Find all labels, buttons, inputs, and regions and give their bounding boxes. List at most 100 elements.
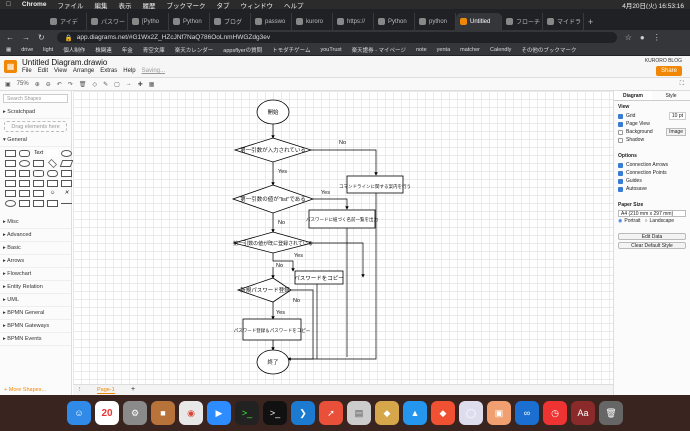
terminal-icon[interactable]: >_ [235, 401, 259, 425]
bookmark[interactable]: 個人制作 [63, 46, 85, 54]
insert-icon[interactable]: ✚ [138, 81, 143, 88]
shape-link[interactable] [61, 203, 72, 204]
add-page-icon[interactable]: + [131, 386, 135, 393]
browser-tab[interactable]: マイドラ [543, 13, 584, 30]
browser-tab[interactable]: python [415, 13, 456, 30]
undo-icon[interactable]: ↶ [57, 81, 62, 88]
edge[interactable] [313, 198, 349, 210]
diagram-canvas[interactable]: 開始 第一引数が入力されている No コマンドラインに関する案内を行う 第一引数… [73, 91, 613, 384]
user-name[interactable]: KURORO BLOG [645, 58, 682, 64]
guides-option[interactable]: Guides [618, 177, 686, 185]
shape-cloud[interactable] [47, 170, 58, 177]
paper-size-select[interactable]: A4 (210 mm x 297 mm) [618, 210, 686, 217]
edge[interactable] [311, 149, 378, 176]
shape-hexagon[interactable] [5, 170, 16, 177]
app-menu-file[interactable]: File [22, 68, 32, 74]
bookmark[interactable]: matcher [460, 47, 480, 53]
browser-tab[interactable]: ブログ [210, 13, 251, 30]
shape-card[interactable] [19, 190, 30, 197]
bookmark-other[interactable]: その他のブックマーク [521, 46, 576, 54]
browser-tab[interactable]: Python [374, 13, 415, 30]
delete-icon[interactable]: 🗑 [79, 81, 87, 88]
radio-landscape-icon[interactable]: ○ [645, 218, 648, 224]
infinity-icon[interactable]: ∞ [515, 401, 539, 425]
bookmark[interactable]: yenta [437, 47, 450, 53]
shape-and[interactable] [33, 200, 44, 207]
fill-color-icon[interactable]: ◇ [92, 81, 97, 88]
scratchpad-header[interactable]: ▸ Scratchpad [0, 106, 71, 119]
shape-x[interactable]: ✕ [61, 190, 72, 197]
search-shapes-input[interactable]: Search Shapes [3, 94, 68, 103]
star-icon[interactable]: ☆ [625, 33, 632, 42]
browser-tab[interactable]: パスワー [87, 13, 128, 30]
category-uml[interactable]: ▸ UML [0, 294, 71, 307]
connection-arrows-option[interactable]: Connection Arrows [618, 161, 686, 169]
waypoint-icon[interactable]: → [126, 81, 132, 87]
shape-circle[interactable] [19, 160, 30, 167]
tab-diagram[interactable]: Diagram [614, 91, 652, 100]
zoom-level[interactable]: 75% [17, 81, 29, 87]
autosave-option[interactable]: Autosave [618, 185, 686, 193]
shape-actor[interactable]: ☺ [47, 190, 58, 197]
bookmark[interactable]: 楽天カレンダー [175, 46, 214, 54]
browser-tab[interactable]: https:// [333, 13, 374, 30]
app-menu-view[interactable]: View [54, 68, 67, 74]
new-tab-button[interactable]: + [584, 13, 598, 30]
calendar-icon[interactable]: 20 [95, 401, 119, 425]
zoom-in-icon[interactable]: ⊕ [35, 81, 40, 88]
category-bpmn-events[interactable]: ▸ BPMN Events [0, 333, 71, 346]
shape-process[interactable] [33, 160, 44, 167]
category-flowchart[interactable]: ▸ Flowchart [0, 268, 71, 281]
page-view-option[interactable]: Page View [618, 120, 686, 128]
tab-style[interactable]: Style [652, 91, 690, 100]
scratchpad-dropzone[interactable]: Drag elements here [4, 121, 67, 132]
dictionary-icon[interactable]: Aa [571, 401, 595, 425]
store-icon[interactable]: ◆ [375, 401, 399, 425]
shape-text[interactable]: Text [33, 150, 44, 157]
category-bpmn-general[interactable]: ▸ BPMN General [0, 307, 71, 320]
shape-square[interactable] [5, 160, 16, 167]
apps-icon[interactable]: ▦ [6, 47, 11, 53]
menubar-app[interactable]: Chrome [22, 1, 47, 8]
browser-tab[interactable]: フローチ [502, 13, 543, 30]
bookmark[interactable]: 青空文庫 [143, 46, 165, 54]
shape-trapezoid[interactable] [47, 180, 58, 187]
profile-icon[interactable]: ● [640, 33, 645, 42]
app-menu-edit[interactable]: Edit [38, 68, 48, 74]
share-button[interactable]: Share [655, 66, 682, 76]
shape-data-storage[interactable] [47, 200, 58, 207]
safari-icon[interactable]: ➚ [319, 401, 343, 425]
shape-or[interactable] [5, 200, 16, 207]
shape-diamond[interactable] [48, 159, 57, 168]
shadow-option[interactable]: Shadow [618, 136, 686, 144]
page-tab[interactable]: Page-1 [97, 387, 115, 394]
shape-document[interactable] [61, 170, 72, 177]
general-header[interactable]: ▾ General [0, 134, 71, 147]
zoom-icon[interactable]: ▶ [207, 401, 231, 425]
shape-note[interactable] [5, 190, 16, 197]
bookmark[interactable]: Calendly [490, 47, 511, 53]
category-bpmn-gateways[interactable]: ▸ BPMN Gateways [0, 320, 71, 333]
bookmark[interactable]: youTrust [320, 47, 341, 53]
browser-tab[interactable]: [Pytho [128, 13, 169, 30]
bookmark[interactable]: light [43, 47, 53, 53]
bookmark[interactable]: トモダチゲーム [272, 46, 310, 54]
shape-parallelogram[interactable] [59, 160, 74, 167]
shape-ellipse[interactable] [61, 150, 72, 157]
bookmark[interactable]: 株関連 [95, 46, 112, 54]
bookmark[interactable]: appsflyerの質問 [223, 46, 262, 54]
shape-step[interactable] [33, 180, 44, 187]
connection-points-option[interactable]: Connection Points [618, 169, 686, 177]
browser-tab-active[interactable]: Untitled [456, 13, 502, 30]
shape-triangle[interactable] [19, 170, 30, 177]
system-preferences-icon[interactable]: ⚙ [123, 401, 147, 425]
line-color-icon[interactable]: ✎ [103, 81, 108, 88]
category-basic[interactable]: ▸ Basic [0, 242, 71, 255]
more-shapes-button[interactable]: + More Shapes... [4, 387, 46, 393]
script-icon[interactable]: ▤ [347, 401, 371, 425]
shape-callout[interactable] [33, 190, 44, 197]
shape-rectangle[interactable] [5, 150, 16, 157]
back-icon[interactable]: ← [6, 33, 14, 42]
background-option[interactable]: Background Image [618, 128, 686, 136]
bookmark[interactable]: 年金 [122, 46, 133, 54]
